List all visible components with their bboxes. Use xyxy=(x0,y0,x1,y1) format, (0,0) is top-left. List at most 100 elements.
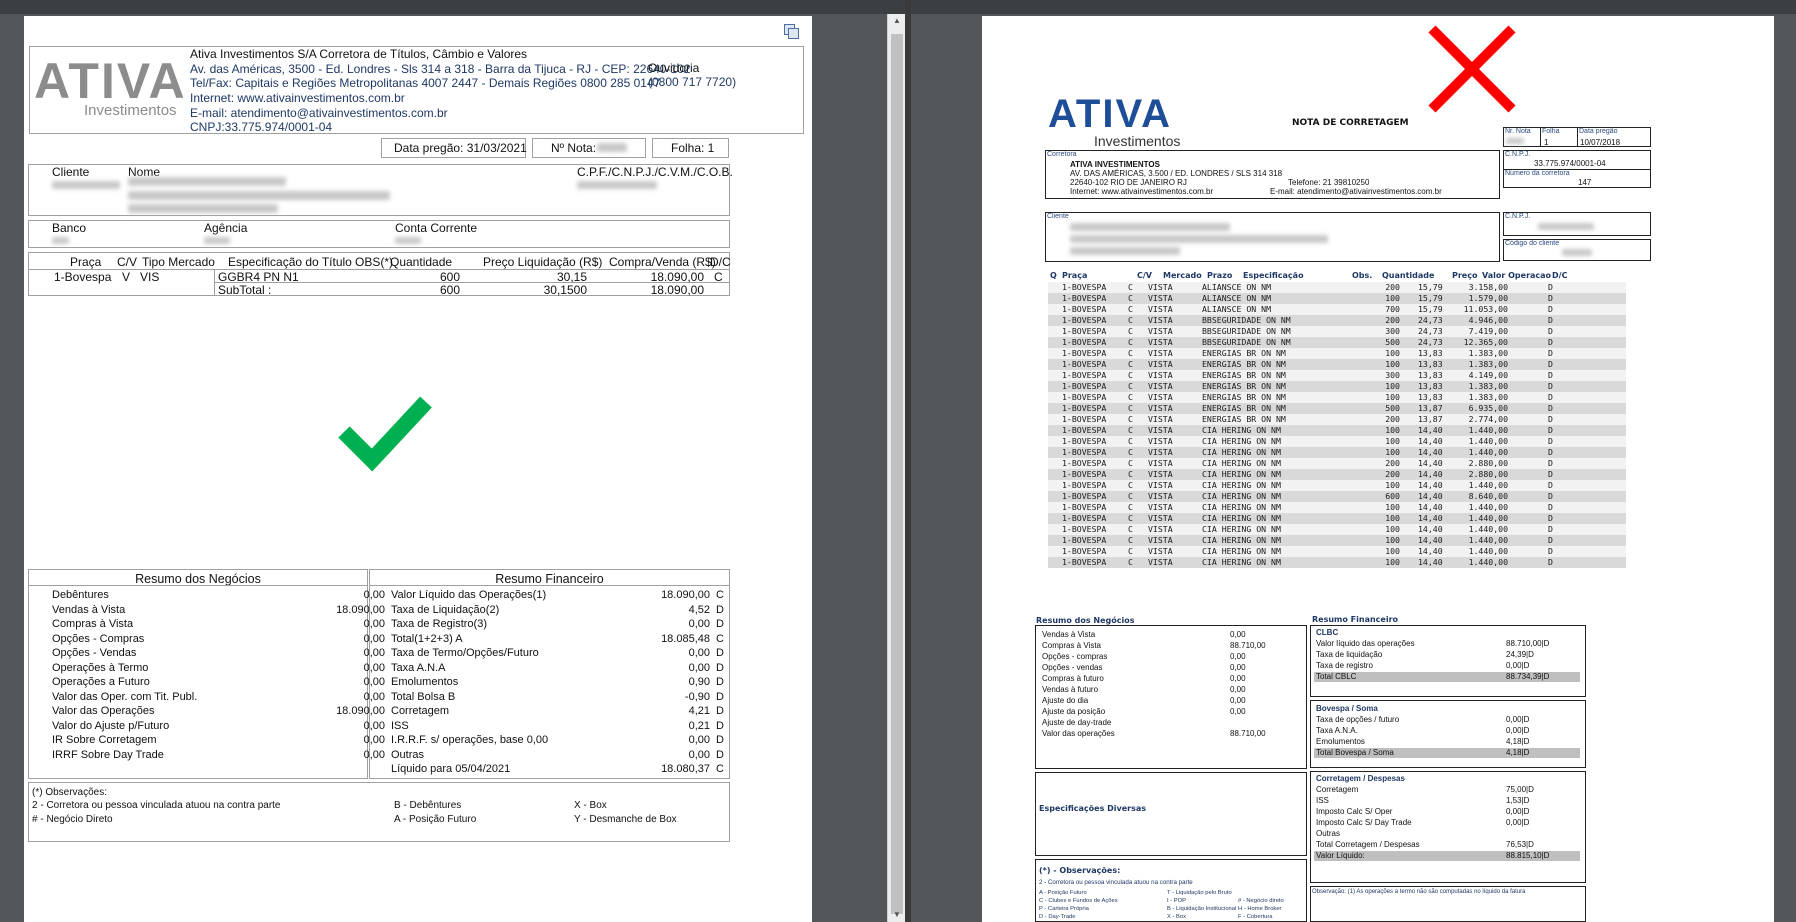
redacted-conta xyxy=(395,237,421,244)
trade-cell: D xyxy=(1548,491,1553,501)
redacted-nota xyxy=(597,143,627,152)
scrollbar-thumb[interactable] xyxy=(891,34,903,914)
folha-label: Folha xyxy=(1542,128,1560,135)
fin-label: Emolumentos xyxy=(1316,737,1365,746)
cnpj-cliente-label: C.N.P.J. xyxy=(1505,213,1531,220)
trade-cell: D xyxy=(1548,535,1553,545)
resumo-financeiro-dc: C xyxy=(716,632,724,645)
resumo-negocios-label: Valor do Ajuste p/Futuro xyxy=(52,719,170,732)
table-row: 1-BOVESPA C VISTA ENERGIAS BR ON NM 100 13,83… xyxy=(1048,359,1626,370)
section-title: Corretagem / Despesas xyxy=(1316,774,1405,783)
table-row: 1-BOVESPA C VISTA CIA HERING ON NM 100 14,40 1… xyxy=(1048,436,1626,447)
trade-cell: CIA HERING ON NM xyxy=(1202,469,1281,479)
col-especificacao: Especificação do Título xyxy=(228,255,352,269)
scroll-up-icon[interactable]: ▲ xyxy=(888,14,906,28)
trade-cell: ALIANSCE ON NM xyxy=(1202,293,1272,303)
trade-cell: CIA HERING ON NM xyxy=(1202,458,1281,468)
vertical-scrollbar[interactable]: ▲ ▼ xyxy=(887,14,905,922)
trade-cell: 8.640,00 xyxy=(1468,491,1508,501)
cnpj-label: C.N.P.J. xyxy=(1505,151,1531,158)
trade-cell: 500 xyxy=(1385,403,1400,413)
trade-cell: C xyxy=(1128,282,1133,292)
trade-cell: C xyxy=(1128,425,1133,435)
redacted-cliente-cidade xyxy=(1070,247,1180,255)
resumo-financeiro-dc: D xyxy=(716,734,724,746)
trade-cell: 1-BOVESPA xyxy=(1062,524,1107,534)
obs-item: I - POP xyxy=(1167,898,1187,904)
trade-cell: CIA HERING ON NM xyxy=(1202,535,1281,545)
data-pregao-value: 10/07/2018 xyxy=(1580,138,1621,147)
trade-cell: 1.440,00 xyxy=(1468,425,1508,435)
trade-cell: 100 xyxy=(1385,513,1400,523)
trade-cell: 1-BOVESPA xyxy=(1062,403,1107,413)
ativa-logo: ATIVA xyxy=(1048,92,1173,136)
trade-cell: CIA HERING ON NM xyxy=(1202,502,1281,512)
fin-value: 0,00|D xyxy=(1506,818,1530,827)
trade-cell: C xyxy=(1128,370,1133,380)
trade-cell: 24,73 xyxy=(1418,337,1443,347)
nota-title: NOTA DE CORRETAGEM xyxy=(1292,118,1409,128)
trade-cell: 1-BOVESPA xyxy=(1062,348,1107,358)
trade-cell: 200 xyxy=(1385,458,1400,468)
fin-total-label: Total CBLC xyxy=(1316,672,1357,681)
corretora-email: E-mail: atendimento@ativainvestimentos.c… xyxy=(1270,187,1442,196)
scroll-down-icon[interactable]: ▼ xyxy=(888,908,906,922)
resumo-negocios-label: Ajuste de day-trade xyxy=(1042,718,1112,727)
redacted-codigo-cliente xyxy=(1562,249,1592,256)
trade-cell: 100 xyxy=(1385,293,1400,303)
copy-icon[interactable] xyxy=(784,24,800,40)
trade-cell: D xyxy=(1548,381,1553,391)
trade-cell: 1-BOVESPA xyxy=(1062,282,1107,292)
trade-cell: 14,40 xyxy=(1418,524,1443,534)
fin-label: Imposto Calc S/ Oper xyxy=(1316,807,1393,816)
cliente-label: Cliente xyxy=(1047,213,1069,220)
trade-cell: 1-BOVESPA xyxy=(1062,315,1107,325)
observacao-text: Observação: (1) As operações a termo não… xyxy=(1312,889,1526,895)
trade-cell: 24,73 xyxy=(1418,315,1443,325)
trade-cell: C xyxy=(1128,359,1133,369)
resumo-financeiro-label: ISS xyxy=(391,719,409,732)
trade-cell: 1-BOVESPA xyxy=(1062,469,1107,479)
bank-box xyxy=(28,220,730,248)
trade-cell: C xyxy=(1128,458,1133,468)
cpf-label: C.P.F./C.N.P.J./C.V.M./C.O.B. xyxy=(577,165,733,179)
resumo-financeiro-label: Valor Líquido das Operações(1) xyxy=(391,589,547,601)
table-row: 1-BOVESPA C VISTA ALIANSCE ON NM 100 15,79 1.5… xyxy=(1048,293,1626,304)
trade-cell: D xyxy=(1548,502,1553,512)
trade-cell: ALIANSCE ON NM xyxy=(1202,282,1272,292)
trade-cell: D xyxy=(1548,414,1553,424)
table-row: 1-BOVESPA C VISTA CIA HERING ON NM 200 14,40 2… xyxy=(1048,469,1626,480)
resumo-negocios-label: IRRF Sobre Day Trade xyxy=(52,748,164,761)
trade-cell: D xyxy=(1548,392,1553,402)
trade-cell: VISTA xyxy=(1148,557,1173,567)
trade-cell: 7.419,00 xyxy=(1468,326,1508,336)
obs-item: P - Carteira Própria xyxy=(1039,906,1089,912)
trade-cell: VISTA xyxy=(1148,293,1173,303)
trade-cell: 13,83 xyxy=(1418,381,1443,391)
resumo-financeiro-label: Total(1+2+3) A xyxy=(391,632,463,645)
trade-cell: 1.440,00 xyxy=(1468,513,1508,523)
redacted-cliente xyxy=(52,181,120,189)
trade-cell: C xyxy=(1128,381,1133,391)
trade-cell: 600 xyxy=(1385,491,1400,501)
trade-cell: 2.774,00 xyxy=(1468,414,1508,424)
obs-item: X - Box xyxy=(1167,914,1187,920)
trade-cell: D xyxy=(1548,480,1553,490)
obs-item: D - Day-Trade xyxy=(1039,914,1076,920)
resumo-negocios-value: 0,00 xyxy=(363,734,385,746)
cross-icon xyxy=(1428,25,1516,113)
trade-cell: C xyxy=(1128,392,1133,402)
trade-cell: BBSEGURIDADE ON NM xyxy=(1202,326,1291,336)
table-row: 1-BOVESPA C VISTA CIA HERING ON NM 200 14,40 2… xyxy=(1048,458,1626,469)
resumo-financeiro-value: 4,52 xyxy=(688,603,710,616)
trade-cell: D xyxy=(1548,348,1553,358)
trade-cell: D xyxy=(1548,557,1553,567)
observacoes-title: (*) Observações: xyxy=(32,787,108,798)
trade-cell: 2.880,00 xyxy=(1468,458,1508,468)
trade-cell: CIA HERING ON NM xyxy=(1202,491,1281,501)
pane-divider[interactable] xyxy=(905,0,911,922)
trade-cell: 1-BOVESPA xyxy=(1062,535,1107,545)
resumo-financeiro-value: 0,00 xyxy=(688,661,710,674)
trade-cell: VISTA xyxy=(1148,502,1173,512)
trade-cell: VISTA xyxy=(1148,337,1173,347)
